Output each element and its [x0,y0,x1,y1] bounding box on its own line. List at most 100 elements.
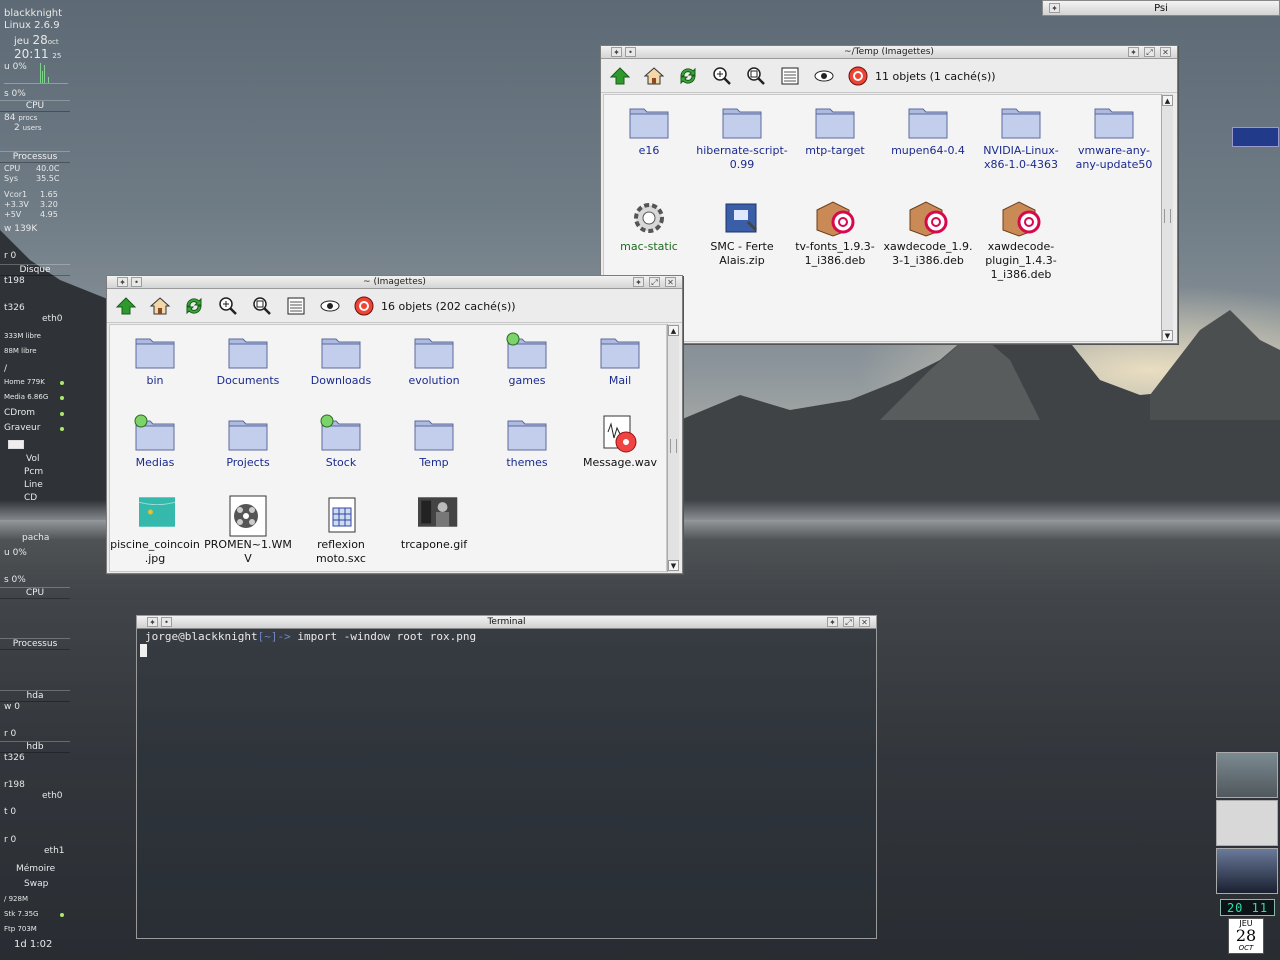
close-icon[interactable]: ✕ [1160,47,1171,57]
shade-icon[interactable]: ✦ [633,277,644,287]
scrollbar[interactable]: ▲ ▼ [667,324,679,572]
calendar[interactable]: JEU 28 OCT [1228,918,1264,954]
shade-icon[interactable]: ✦ [827,617,838,627]
file-item[interactable]: games [481,330,573,388]
file-item[interactable]: xawdecode-plugin_1.4.3-1_i386.deb [975,196,1067,282]
pin-icon[interactable]: ✦ [147,617,158,627]
mixer-vol[interactable]: Vol [26,454,39,464]
help-icon[interactable] [847,65,869,87]
maximize-icon[interactable]: ⤢ [649,277,660,287]
file-item[interactable]: SMC - Ferte Alais.zip [696,196,788,268]
mixer-line[interactable]: Line [24,480,43,490]
prompt-user: jorge@blackknight [145,630,258,643]
refresh-icon[interactable] [183,295,205,317]
file-item[interactable]: Projects [202,412,294,470]
cpu2-user: u 0% [4,548,27,558]
zoom-in-icon[interactable] [217,295,239,317]
show-hidden-icon[interactable] [813,65,835,87]
mem-free-2: 88M libre [4,347,37,355]
file-item-label: reflexion moto.sxc [316,538,366,565]
refresh-icon[interactable] [677,65,699,87]
terminal-titlebar[interactable]: ✦ • Terminal ✦ ⤢ ✕ [137,616,876,629]
details-view-icon[interactable] [779,65,801,87]
file-item[interactable]: vmware-any-any-update50 [1068,100,1160,172]
zoom-fit-icon[interactable] [251,295,273,317]
file-item[interactable]: Stock [295,412,387,470]
file-item[interactable]: reflexion moto.sxc [295,494,387,566]
pager-desk-1[interactable] [1216,752,1278,798]
rox-window-temp[interactable]: ✦ • ~/Temp (Imagettes) ✦ ⤢ ✕ 11 objets (… [600,45,1178,344]
pager-desk-3[interactable] [1216,848,1278,894]
shade-icon[interactable]: ✦ [1128,47,1139,57]
up-icon[interactable] [609,65,631,87]
window-titlebar[interactable]: ✦ • ~/Temp (Imagettes) ✦ ⤢ ✕ [601,46,1177,59]
scroll-grip[interactable] [1164,209,1171,223]
file-item[interactable]: Documents [202,330,294,388]
terminal-window[interactable]: ✦ • Terminal ✦ ⤢ ✕ jorge@blackknight[~]-… [136,615,877,939]
window-titlebar[interactable]: ✦ • ~ (Imagettes) ✦ ⤢ ✕ [107,276,682,289]
scrollbar[interactable]: ▲ ▼ [1161,94,1173,342]
cdrom-label[interactable]: CDrom [4,408,35,418]
maximize-icon[interactable]: ⤢ [1144,47,1155,57]
file-item[interactable]: evolution [388,330,480,388]
prompt-command: import -window root rox.png [297,630,477,643]
mixer-cd[interactable]: CD [24,493,37,503]
file-item[interactable]: xawdecode_1.9.3-1_i386.deb [882,196,974,268]
file-item[interactable]: mupen64-0.4 [882,100,974,158]
close-icon[interactable]: ✕ [665,277,676,287]
file-item[interactable]: mac-static [603,196,695,254]
file-item[interactable]: NVIDIA-Linux-x86-1.0-4363 [975,100,1067,172]
home-icon[interactable] [643,65,665,87]
psi-titlebar[interactable]: ✦ Psi [1042,0,1280,16]
show-hidden-icon[interactable] [319,295,341,317]
scroll-down-icon[interactable]: ▼ [1162,330,1173,341]
file-item[interactable]: mtp-target [789,100,881,158]
terminal-line[interactable]: jorge@blackknight[~]-> import -window ro… [145,630,476,643]
date-day: jeu [14,36,30,47]
help-icon[interactable] [353,295,375,317]
details-view-icon[interactable] [285,295,307,317]
file-item[interactable]: Medias [109,412,201,470]
scroll-up-icon[interactable]: ▲ [668,325,679,336]
home-icon[interactable] [149,295,171,317]
file-item[interactable]: Temp [388,412,480,470]
rox-window-home[interactable]: ✦ • ~ (Imagettes) ✦ ⤢ ✕ 16 objets (202 c… [106,275,683,574]
scroll-up-icon[interactable]: ▲ [1162,95,1173,106]
up-icon[interactable] [115,295,137,317]
terminal-cursor [140,644,147,657]
mixer-pcm[interactable]: Pcm [24,467,43,477]
maximize-icon[interactable]: ⤢ [843,617,854,627]
psi-pin-icon[interactable]: ✦ [1049,3,1060,13]
file-item[interactable]: e16 [603,100,695,158]
mail-icon[interactable] [8,440,24,449]
file-item[interactable]: bin [109,330,201,388]
graveur-label[interactable]: Graveur [4,423,40,433]
menu-icon[interactable]: • [161,617,172,627]
procs-label: procs [18,114,38,122]
video-icon [226,494,270,538]
file-item[interactable]: trcapone.gif [388,494,480,552]
file-item-label: NVIDIA-Linux-x86-1.0-4363 [983,144,1059,171]
pin-icon[interactable]: ✦ [611,47,622,57]
close-icon[interactable]: ✕ [859,617,870,627]
zoom-fit-icon[interactable] [745,65,767,87]
menu-icon[interactable]: • [131,277,142,287]
zoom-in-icon[interactable] [711,65,733,87]
scroll-grip[interactable] [670,439,677,453]
file-item[interactable]: Downloads [295,330,387,388]
file-item-label: evolution [408,374,460,387]
file-item[interactable]: Mail [574,330,666,388]
menu-icon[interactable]: • [625,47,636,57]
file-item[interactable]: themes [481,412,573,470]
scroll-down-icon[interactable]: ▼ [668,560,679,571]
file-item[interactable]: tv-fonts_1.9.3-1_i386.deb [789,196,881,268]
file-item[interactable]: Message.wav [574,412,666,470]
pager-desk-2[interactable] [1216,800,1278,846]
file-item[interactable]: hibernate-script-0.99 [696,100,788,172]
pin-icon[interactable]: ✦ [117,277,128,287]
file-item[interactable]: PROMEN~1.WMV [202,494,294,566]
mini-app-thumbnail[interactable] [1232,127,1279,147]
file-item[interactable]: piscine_coincoin.jpg [109,494,201,566]
photo-icon [412,494,458,538]
window-title: ~ (Imagettes) [363,277,426,287]
